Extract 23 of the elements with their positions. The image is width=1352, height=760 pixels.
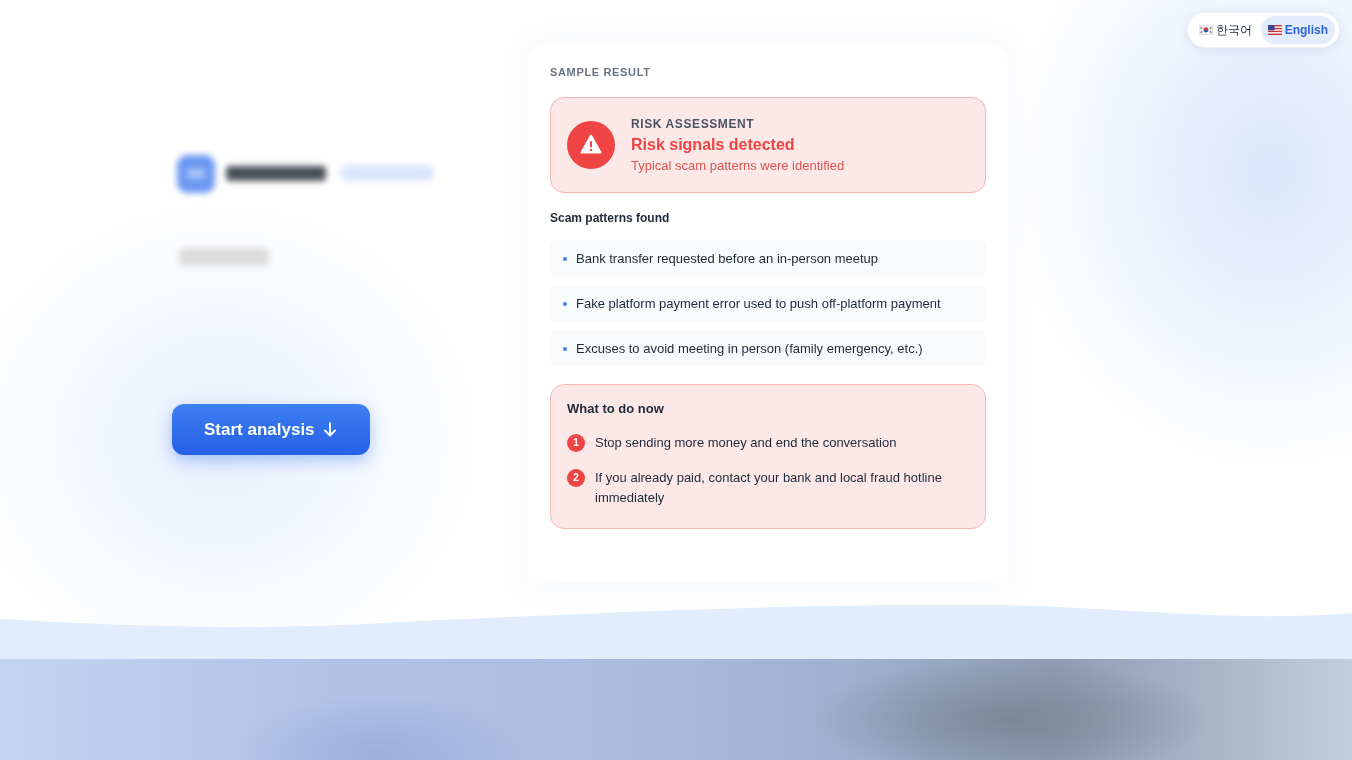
language-option[interactable]: 한국어 xyxy=(1191,16,1259,44)
start-analysis-button[interactable]: Start analysis xyxy=(172,404,370,455)
step-number: 1 xyxy=(567,434,585,452)
us-flag-icon xyxy=(1267,25,1282,35)
pattern-text: Excuses to avoid meeting in person (family emergency, etc.) xyxy=(576,339,923,358)
step-number: 2 xyxy=(567,469,585,487)
risk-assessment-label: RISK ASSESSMENT xyxy=(631,116,756,132)
bullet-dot-icon xyxy=(563,346,567,351)
warning-icon xyxy=(567,121,615,169)
bullet-dot-icon xyxy=(563,301,567,306)
section-heading: Scam patterns found xyxy=(550,211,671,226)
arrow-down-icon xyxy=(322,422,337,437)
risk-title: Risk signals detected xyxy=(631,134,796,155)
panel-heading: What to do now xyxy=(567,401,665,417)
language-option[interactable]: English xyxy=(1260,16,1335,44)
korea-flag-icon xyxy=(1198,25,1213,35)
pattern-text: Fake platform payment error used to push off-platform payment xyxy=(576,294,941,313)
bullet-dot-icon xyxy=(563,256,567,261)
section-label: SAMPLE RESULT xyxy=(550,65,652,79)
step-text: Stop sending more money and end the conversation xyxy=(595,434,897,452)
risk-subtitle: Typical scam patterns were identified xyxy=(631,156,845,174)
pattern-text: Bank transfer requested before an in-person meetup xyxy=(576,249,879,268)
step-text: If you already paid, contact your bank and local fraud hotline immediately xyxy=(595,469,943,507)
